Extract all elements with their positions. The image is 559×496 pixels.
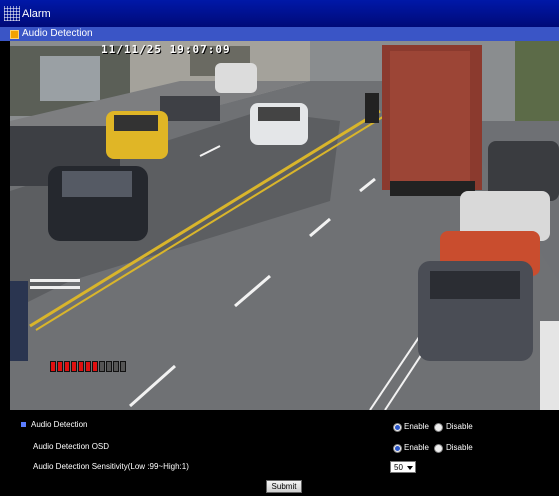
sensitivity-value: 50: [394, 463, 403, 472]
title-bar: Alarm: [0, 0, 559, 28]
audio-level-segment: [78, 361, 84, 372]
audio-level-segment: [50, 361, 56, 372]
sensitivity-select[interactable]: 50: [390, 461, 416, 473]
audio-detection-enable-radio[interactable]: [393, 423, 402, 432]
osd-label: Audio Detection OSD: [33, 442, 110, 451]
audio-level-segment: [71, 361, 77, 372]
audio-level-segment: [57, 361, 63, 372]
bullet-icon: [21, 422, 26, 427]
osd-enable-label: Enable: [404, 443, 429, 452]
audio-detection-label: Audio Detection: [31, 420, 88, 429]
section-square-icon: [10, 30, 19, 39]
audio-level-segment: [120, 361, 126, 372]
settings-panel: Audio Detection Enable Disable Audio Det…: [0, 410, 559, 496]
window-title: Alarm: [22, 8, 51, 20]
audio-level-segment: [85, 361, 91, 372]
osd-disable-label: Disable: [446, 443, 473, 452]
chevron-down-icon: [407, 466, 413, 470]
section-title: Audio Detection: [22, 28, 93, 39]
audio-level-segment: [113, 361, 119, 372]
audio-level-meter: [50, 361, 126, 372]
audio-level-segment: [106, 361, 112, 372]
audio-detection-disable-radio[interactable]: [434, 423, 443, 432]
section-header: Audio Detection: [0, 27, 559, 41]
osd-enable-radio[interactable]: [393, 444, 402, 453]
audio-detection-enable-label: Enable: [404, 422, 429, 431]
submit-button[interactable]: Submit: [266, 480, 302, 493]
live-video-view: 11/11/25 19:07:09: [10, 41, 559, 410]
audio-level-segment: [64, 361, 70, 372]
audio-detection-disable-label: Disable: [446, 422, 473, 431]
audio-level-segment: [99, 361, 105, 372]
osd-timestamp: 11/11/25 19:07:09: [101, 43, 231, 56]
osd-disable-radio[interactable]: [434, 444, 443, 453]
sensitivity-label: Audio Detection Sensitivity(Low :99~High…: [33, 462, 189, 471]
camera-scene: [10, 41, 559, 410]
app-logo-icon: [4, 6, 20, 21]
audio-level-segment: [92, 361, 98, 372]
